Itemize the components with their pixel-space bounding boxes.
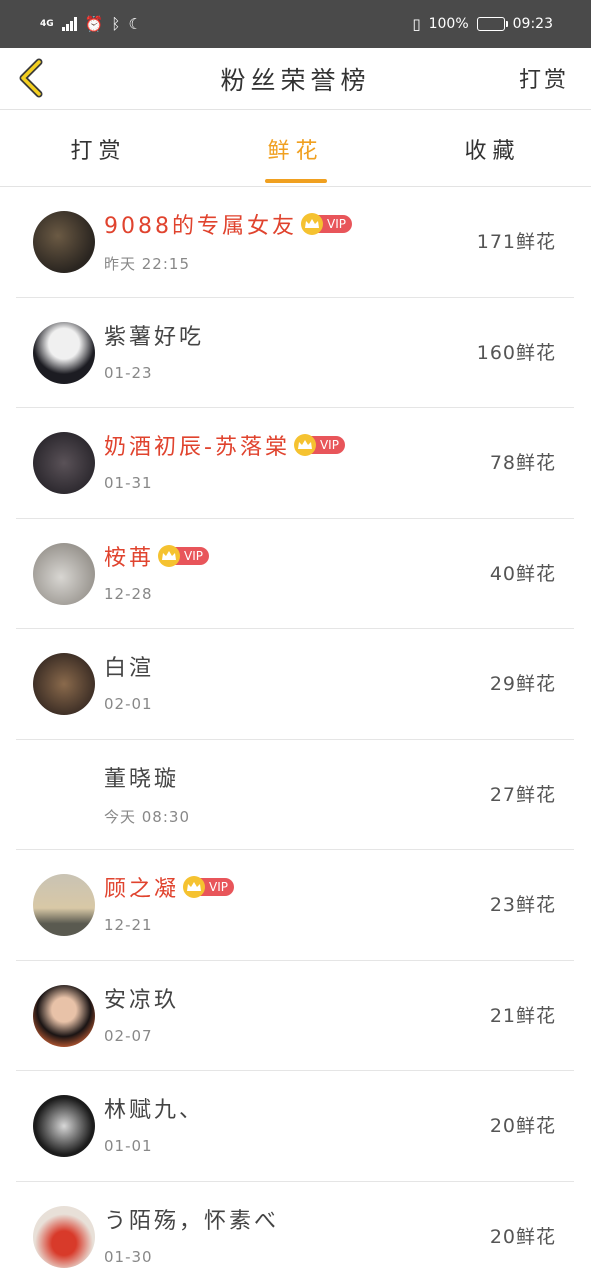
avatar[interactable] [33, 764, 95, 826]
list-item[interactable]: 林赋九、 01-01 20鲜花 [16, 1071, 574, 1182]
avatar[interactable] [33, 1205, 95, 1268]
list-item[interactable]: 紫薯好吃 01-23 160鲜花 [16, 298, 574, 408]
user-name: 安凉玖 [104, 987, 180, 1013]
back-button[interactable] [14, 56, 50, 100]
user-name: 奶酒初辰-苏落棠 [104, 435, 290, 460]
user-name: 董晓璇 [104, 766, 180, 792]
name-line: 安凉玖 [104, 981, 179, 1015]
avatar[interactable] [33, 653, 95, 715]
tab-favorites[interactable]: 收藏 [394, 111, 591, 187]
user-name: 桉苒 [104, 545, 155, 571]
list-item[interactable]: 顾之凝 VIP 12-21 23鲜花 [16, 850, 574, 961]
list-item[interactable]: 9088的专属女友 VIP 昨天 22:15 171鲜花 [16, 187, 574, 298]
timestamp: 今天 08:30 [104, 807, 190, 826]
crown-icon [183, 876, 206, 898]
flower-count: 20鲜花 [489, 1115, 556, 1137]
timestamp: 01-30 [104, 1247, 153, 1266]
timestamp: 昨天 22:15 [104, 255, 190, 273]
crown-icon [301, 213, 323, 235]
avatar[interactable] [33, 984, 95, 1047]
avatar[interactable] [33, 321, 95, 384]
name-line: 桉苒 VIP [104, 539, 209, 573]
name-line: 顾之凝 VIP [104, 870, 234, 904]
battery-percent: 100% [428, 16, 469, 32]
name-line: 林赋九、 [104, 1091, 204, 1125]
flower-count: 160鲜花 [476, 341, 556, 364]
vip-badge: VIP [158, 544, 209, 567]
header: 粉丝荣誉榜 打赏 [0, 48, 591, 110]
signal-icon [61, 17, 77, 31]
flower-count: 29鲜花 [489, 673, 556, 695]
moon-icon: ☾ [128, 15, 142, 33]
flower-count: 20鲜花 [489, 1225, 556, 1248]
fan-ranking-list: 9088的专属女友 VIP 昨天 22:15 171鲜花 紫薯好吃 01-23 160鲜花奶… [16, 187, 574, 1280]
avatar[interactable] [33, 432, 95, 494]
name-line: 9088的专属女友 VIP [104, 207, 352, 241]
name-line: う陌殇，怀素べ [104, 1202, 279, 1236]
timestamp: 02-07 [104, 1026, 153, 1045]
list-item[interactable]: 奶酒初辰-苏落棠 VIP 01-31 78鲜花 [16, 408, 574, 519]
page-title: 粉丝荣誉榜 [220, 65, 371, 95]
flower-count: 40鲜花 [489, 562, 556, 585]
flower-count: 21鲜花 [489, 1004, 556, 1027]
avatar[interactable] [33, 542, 95, 605]
timestamp: 12-21 [104, 916, 153, 934]
crown-icon [293, 434, 316, 456]
list-item[interactable]: う陌殇，怀素べ 01-30 20鲜花 [16, 1182, 574, 1280]
user-name: 9088的专属女友 [104, 214, 297, 239]
timestamp: 01-23 [104, 363, 153, 382]
battery-icon [476, 17, 508, 31]
reward-action-button[interactable]: 打赏 [519, 62, 569, 94]
user-name: 林赋九、 [104, 1098, 205, 1123]
list-item[interactable]: 白渲 02-01 29鲜花 [16, 629, 574, 740]
list-item[interactable]: 董晓璇今天 08:30 27鲜花 [16, 740, 574, 850]
flower-count: 27鲜花 [489, 783, 556, 806]
name-line: 紫薯好吃 [104, 318, 204, 352]
flower-count: 171鲜花 [476, 231, 556, 253]
timestamp: 01-31 [104, 474, 153, 492]
tab-flowers[interactable]: 鲜花 [197, 111, 394, 187]
tab-reward[interactable]: 打赏 [0, 111, 197, 187]
avatar[interactable] [33, 874, 95, 936]
status-bar: 4G ⏰ ᛒ ☾ ▯ 100% 09:23 [0, 0, 591, 48]
user-name: 顾之凝 [104, 877, 180, 902]
user-name: う陌殇，怀素べ [104, 1208, 280, 1234]
bluetooth-icon: ᛒ [111, 15, 121, 33]
vip-badge: VIP [301, 213, 352, 235]
avatar[interactable] [33, 1095, 95, 1157]
user-name: 白渲 [104, 656, 155, 681]
vibrate-icon: ▯ [412, 15, 421, 33]
name-line: 白渲 [104, 649, 154, 683]
flower-count: 78鲜花 [489, 452, 556, 474]
vip-badge: VIP [293, 434, 345, 456]
status-right: ▯ 100% 09:23 [412, 15, 553, 33]
flower-count: 23鲜花 [489, 894, 556, 916]
clock: 09:23 [512, 16, 553, 32]
list-item[interactable]: 安凉玖 02-07 21鲜花 [16, 961, 574, 1071]
crown-icon [158, 544, 181, 567]
avatar[interactable] [33, 211, 95, 273]
list-item[interactable]: 桉苒 VIP 12-28 40鲜花 [16, 519, 574, 629]
timestamp: 01-01 [104, 1137, 153, 1155]
vip-badge: VIP [183, 876, 234, 898]
network-type: 4G [40, 18, 54, 29]
chevron-left-icon [19, 58, 43, 98]
timestamp: 02-01 [104, 695, 153, 713]
alarm-icon: ⏰ [84, 15, 104, 33]
name-line: 董晓璇 [104, 760, 179, 794]
status-left: 4G ⏰ ᛒ ☾ [40, 15, 142, 33]
tab-bar: 打赏 鲜花 收藏 [0, 111, 591, 187]
timestamp: 12-28 [104, 584, 153, 603]
name-line: 奶酒初辰-苏落棠 VIP [104, 428, 345, 462]
user-name: 紫薯好吃 [104, 324, 205, 350]
